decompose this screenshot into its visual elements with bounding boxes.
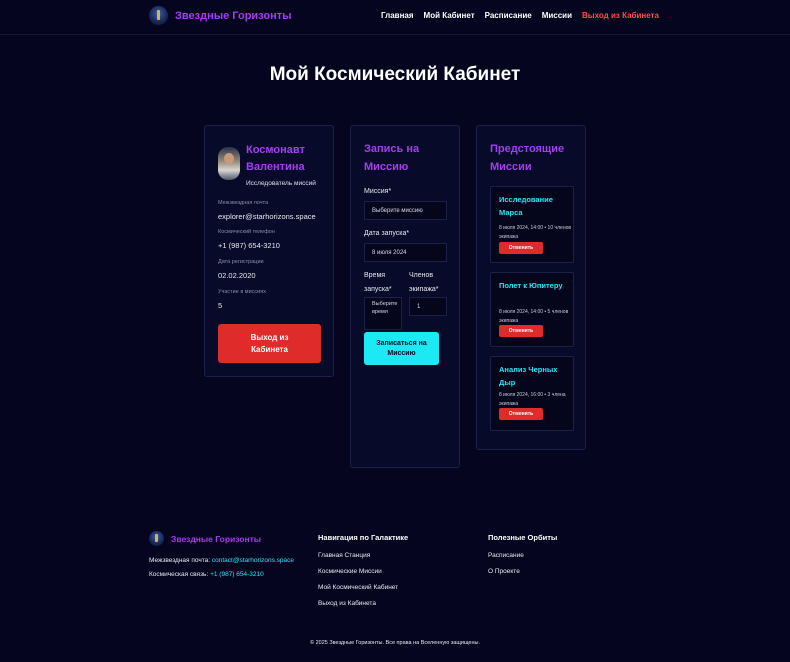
cancel-mission-button[interactable]: Отменить	[499, 242, 543, 254]
nav-logout[interactable]: Выход из Кабинета	[582, 11, 659, 20]
cancel-mission-button[interactable]: Отменить	[499, 325, 543, 337]
footer-link-missions[interactable]: Космические Миссии	[318, 568, 382, 575]
email-label: Межзвездная почта	[218, 200, 269, 206]
rocket-logo-icon	[149, 531, 164, 546]
main-nav: Главная Мой Кабинет Расписание Миссии Вы…	[381, 11, 659, 20]
phone-value: +1 (987) 654-3210	[218, 241, 280, 250]
footer-useful-title: Полезные Орбиты	[488, 533, 558, 542]
launch-date-label: Дата запуска*	[364, 230, 410, 237]
rocket-logo-icon	[149, 6, 168, 25]
upcoming-title: Предстоящие Миссии	[490, 143, 565, 173]
copyright: © 2025 Звездные Горизонты. Все права на …	[310, 640, 480, 646]
footer-link-about[interactable]: О Проекте	[488, 568, 520, 575]
nav-cabinet[interactable]: Мой Кабинет	[424, 11, 475, 20]
reg-date-label: Дата регистрации	[218, 259, 264, 265]
mission-item: Исследование Марса 8 июля 2024, 14:00 • …	[490, 186, 574, 263]
footer-nav-title: Навигация по Галактике	[318, 533, 409, 542]
mission-booking-card: Запись на Миссию Миссия* Выберите миссию…	[350, 125, 460, 468]
mission-item: Анализ Черных Дыр 8 июля 2024, 16:00 • 3…	[490, 356, 574, 431]
launch-time-label: Время запуска*	[364, 272, 392, 293]
nav-home[interactable]: Главная	[381, 11, 414, 20]
nav-schedule[interactable]: Расписание	[485, 11, 532, 20]
missions-count-label: Участие в миссиях	[218, 289, 266, 295]
footer-email-prefix: Межзвездная почта:	[149, 557, 211, 564]
crew-label: Членов экипажа*	[409, 272, 439, 293]
footer-phone-link[interactable]: +1 (987) 654-3210	[210, 571, 264, 578]
footer-link-cabinet[interactable]: Мой Космический Кабинет	[318, 584, 398, 591]
mission-select[interactable]: Выберите миссию	[364, 201, 447, 220]
missions-count-value: 5	[218, 301, 223, 310]
profile-role: Исследователь миссий	[246, 180, 316, 187]
footer-email-link[interactable]: contact@starhorizons.space	[212, 557, 294, 564]
crew-count-input[interactable]: 1	[409, 297, 447, 316]
upcoming-missions-card: Предстоящие Миссии Исследование Марса 8 …	[476, 125, 586, 450]
mission-meta: 8 июля 2024, 14:00 • 10 членов экипажа	[499, 225, 572, 240]
reg-date-value: 02.02.2020	[218, 271, 256, 280]
mission-label: Миссия*	[364, 188, 392, 195]
footer-link-home[interactable]: Главная Станция	[318, 552, 370, 559]
profile-name: Космонавт Валентина	[246, 144, 305, 173]
launch-time-select[interactable]: Выберите время	[364, 297, 402, 330]
footer-brand[interactable]: Звездные Горизонты	[149, 531, 261, 546]
page-title: Мой Космический Кабинет	[269, 64, 521, 85]
footer-email: Межзвездная почта: contact@starhorizons.…	[149, 557, 294, 564]
submit-mission-button[interactable]: Записаться на Миссию	[364, 332, 439, 365]
footer-link-schedule[interactable]: Расписание	[488, 552, 524, 559]
email-value: explorer@starhorizons.space	[218, 212, 316, 221]
nav-missions[interactable]: Миссии	[542, 11, 572, 20]
site-header: Звездные Горизонты Главная Мой Кабинет Р…	[0, 0, 790, 35]
mission-title: Анализ Черных Дыр	[499, 365, 558, 387]
mission-item: Полет к Юпитеру 8 июля 2024, 14:00 • 5 ч…	[490, 272, 574, 347]
brand-name: Звездные Горизонты	[175, 9, 292, 22]
mission-meta: 8 июля 2024, 14:00 • 5 членов экипажа	[499, 309, 569, 324]
mission-title: Полет к Юпитеру	[499, 281, 563, 290]
footer-phone-prefix: Космическая связь:	[149, 571, 209, 578]
brand-link[interactable]: Звездные Горизонты	[149, 6, 292, 25]
mission-title: Исследование Марса	[499, 195, 553, 217]
mission-meta: 8 июля 2024, 16:00 • 3 члена экипажа	[499, 392, 566, 407]
avatar	[218, 147, 240, 180]
footer-brand-name: Звездные Горизонты	[171, 533, 262, 544]
logout-button[interactable]: Выход из Кабинета	[218, 324, 321, 363]
phone-label: Космический телефон	[218, 229, 275, 235]
launch-date-input[interactable]: 8 июля 2024	[364, 243, 447, 262]
cancel-mission-button[interactable]: Отменить	[499, 408, 543, 420]
footer-link-logout[interactable]: Выход из Кабинета	[318, 600, 376, 607]
footer-phone: Космическая связь: +1 (987) 654-3210	[149, 571, 264, 578]
booking-title: Запись на Миссию	[364, 143, 420, 173]
profile-card: Космонавт Валентина Исследователь миссий…	[204, 125, 334, 377]
